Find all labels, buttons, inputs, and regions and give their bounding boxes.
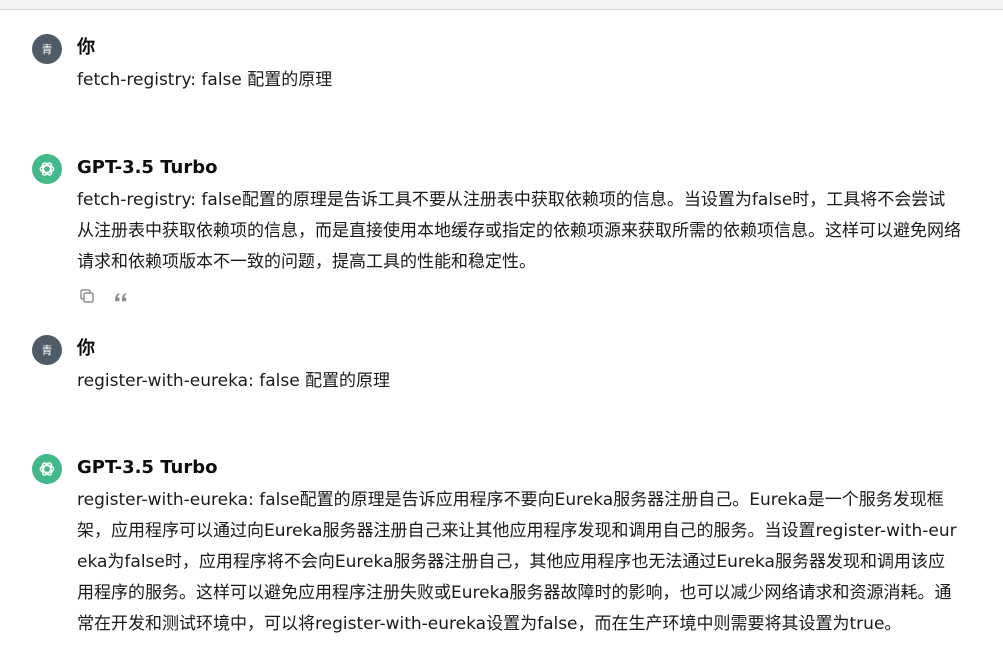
author-name: GPT-3.5 Turbo: [77, 157, 218, 178]
avatar-text: 青: [41, 344, 53, 357]
user-avatar[interactable]: 青: [32, 335, 62, 365]
message-actions: [77, 286, 131, 306]
author-name: GPT-3.5 Turbo: [77, 457, 218, 478]
openai-logo-icon: [32, 454, 62, 484]
author-name: 你: [77, 338, 95, 359]
browser-top-edge: [0, 0, 1003, 10]
message-text: register-with-eureka: false 配置的原理: [77, 371, 391, 391]
quote-icon[interactable]: [111, 286, 131, 306]
author-name: 你: [77, 37, 95, 58]
openai-logo-icon: [32, 154, 62, 184]
user-avatar[interactable]: 青: [32, 34, 62, 64]
openai-logo-icon: [39, 162, 55, 176]
openai-logo-icon: [39, 462, 55, 476]
avatar-text: 青: [41, 43, 53, 56]
message-text: fetch-registry: false 配置的原理: [77, 70, 333, 90]
message-text: fetch-registry: false配置的原理是告诉工具不要从注册表中获取…: [77, 190, 961, 272]
copy-icon[interactable]: [77, 286, 97, 306]
message-text: register-with-eureka: false配置的原理是告诉应用程序不…: [77, 490, 957, 634]
